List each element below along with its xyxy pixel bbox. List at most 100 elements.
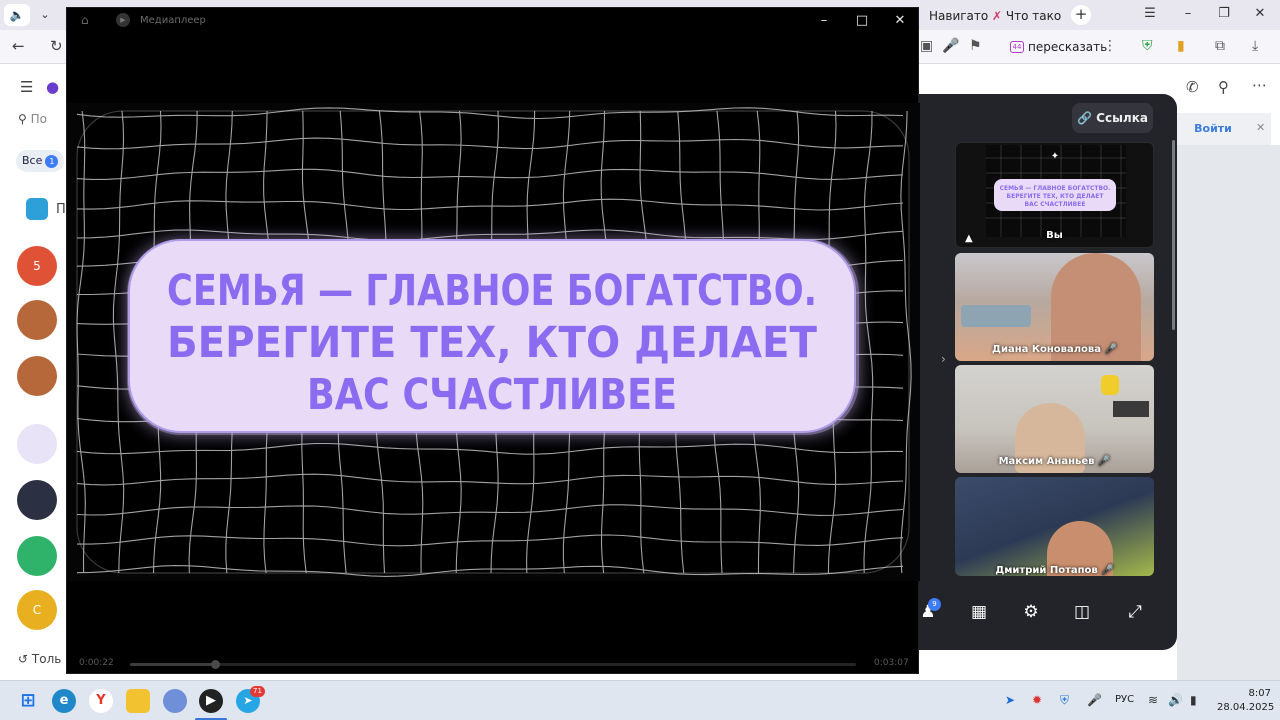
retell-label: пересказать bbox=[1028, 40, 1108, 54]
grid-layout-icon[interactable]: ▦ bbox=[967, 600, 991, 624]
home-icon[interactable]: ⌂ bbox=[81, 13, 89, 27]
scrollbar[interactable] bbox=[1172, 140, 1175, 330]
folder-icon[interactable] bbox=[26, 198, 48, 220]
history-icon: ↺ bbox=[18, 652, 29, 666]
video-background-object bbox=[961, 305, 1031, 327]
app-logo-icon: ● bbox=[46, 78, 60, 96]
file-explorer-icon[interactable] bbox=[126, 689, 150, 713]
new-tab-button[interactable]: + bbox=[1071, 5, 1091, 25]
player-app-icon: ▶ bbox=[116, 13, 130, 27]
shield-icon[interactable]: ⛨ bbox=[1142, 38, 1153, 54]
video-frame[interactable]: СЕМЬЯ — ГЛАВНОЕ БОГАТСТВО. БЕРЕГИТЕ ТЕХ,… bbox=[67, 103, 920, 581]
chat-avatar[interactable]: С bbox=[17, 590, 57, 630]
input-language[interactable]: РУС bbox=[1115, 694, 1134, 705]
clock-date: 28.04.2025 bbox=[1217, 702, 1275, 713]
slide-text-line: СЕМЬЯ — ГЛАВНОЕ БОГАТСТВО. bbox=[167, 266, 817, 316]
seek-bar[interactable] bbox=[130, 660, 856, 669]
edge-browser-icon[interactable]: e bbox=[52, 689, 76, 713]
chat-avatar[interactable] bbox=[17, 356, 57, 396]
current-time: 0:00:22 bbox=[79, 658, 114, 668]
chat-avatar[interactable] bbox=[17, 300, 57, 340]
search-field[interactable]: ⚲ По bbox=[18, 112, 47, 126]
participant-tile-self[interactable]: СЕМЬЯ — ГЛАВНОЕ БОГАТСТВО. БЕРЕГИТЕ ТЕХ,… bbox=[955, 142, 1154, 248]
tray-app-icon[interactable]: ✹ bbox=[1032, 693, 1042, 707]
close-icon[interactable]: ✕ bbox=[1256, 121, 1265, 134]
thumb-slide-line: СЕМЬЯ — ГЛАВНОЕ БОГАТСТВО. bbox=[1000, 185, 1111, 192]
minimize-icon[interactable]: – bbox=[1176, 6, 1200, 21]
battery-icon[interactable]: ▮ bbox=[1190, 693, 1197, 707]
back-arrow-icon[interactable]: ← bbox=[12, 37, 25, 55]
more-options-icon[interactable]: ⋮ bbox=[1103, 38, 1117, 54]
battery-saver-icon[interactable]: ▮ bbox=[1177, 38, 1185, 54]
participant-tile[interactable]: Максим Ананьев 🎤 bbox=[955, 365, 1154, 473]
fullscreen-icon[interactable]: ⤢ bbox=[1123, 600, 1147, 624]
tab-navigator[interactable]: Навигато bbox=[929, 5, 988, 27]
hamburger-menu-icon[interactable]: ☰ bbox=[20, 78, 33, 96]
more-options-icon[interactable]: ⋯ bbox=[1252, 76, 1267, 94]
download-icon[interactable]: ⤓ bbox=[1252, 38, 1258, 54]
camera-icon[interactable]: ▣ bbox=[920, 38, 933, 54]
collections-icon[interactable]: ⧉ bbox=[1215, 38, 1225, 54]
reload-icon[interactable]: ↻ bbox=[50, 37, 63, 55]
chat-avatar[interactable] bbox=[17, 424, 57, 464]
name-text: Диана Коновалова bbox=[992, 344, 1102, 355]
player-title-bar: ⌂ ▶ Медиаплеер – □ ✕ bbox=[67, 8, 920, 34]
slide-graphic: СЕМЬЯ — ГЛАВНОЕ БОГАТСТВО. БЕРЕГИТЕ ТЕХ,… bbox=[67, 103, 920, 581]
link-button-label: Ссылка bbox=[1096, 111, 1148, 125]
participant-name: Вы bbox=[1046, 230, 1063, 241]
close-icon[interactable]: ✕ bbox=[1248, 6, 1272, 21]
wifi-icon[interactable]: ≋ bbox=[1148, 693, 1158, 707]
link-icon: 🔗 bbox=[1077, 111, 1092, 125]
thumb-slide-line: ВАС СЧАСТЛИВЕЕ bbox=[1025, 201, 1086, 208]
player-title: Медиаплеер bbox=[140, 15, 206, 26]
seek-bar-thumb[interactable] bbox=[210, 660, 220, 669]
participant-tile[interactable]: Диана Коновалова 🎤 bbox=[955, 253, 1154, 361]
media-player-taskbar-icon[interactable]: ▶ bbox=[199, 689, 223, 713]
name-text: Дмитрий Потапов bbox=[995, 565, 1098, 576]
yandex-browser-icon[interactable]: Y bbox=[89, 689, 113, 713]
picture-in-picture-icon[interactable]: ◫ bbox=[1070, 600, 1094, 624]
login-button[interactable]: Войти bbox=[1188, 117, 1238, 141]
chat-avatar[interactable] bbox=[17, 480, 57, 520]
app-icon[interactable] bbox=[163, 689, 187, 713]
thumb-slide-line: БЕРЕГИТЕ ТЕХ, КТО ДЕЛАЕТ bbox=[1007, 193, 1105, 200]
chat-avatar[interactable]: 5 bbox=[17, 246, 57, 286]
restore-icon[interactable]: ❐ bbox=[1212, 6, 1236, 21]
maximize-icon[interactable]: □ bbox=[851, 13, 873, 28]
clock[interactable]: 8:07 28.04.2025 bbox=[1217, 687, 1275, 715]
browser-menu-icon[interactable]: ☰ bbox=[1138, 6, 1162, 21]
taskbar: ⊞ e Y ▶ ➤ 71 ➤ ✹ ⛨ 🎤 РУС ≋ 🔊 ▮ 8:07 28.0… bbox=[0, 680, 1280, 720]
settings-gear-icon[interactable]: ⚙ bbox=[1019, 600, 1043, 624]
close-icon[interactable]: ✕ bbox=[889, 13, 911, 28]
participant-name: Дмитрий Потапов 🎤 bbox=[955, 565, 1154, 576]
minimize-icon[interactable]: – bbox=[813, 13, 835, 28]
participant-name: Максим Ананьев 🎤 bbox=[955, 456, 1154, 467]
telegram-tray-icon[interactable]: ➤ bbox=[1005, 693, 1015, 707]
chevron-right-icon[interactable]: › bbox=[941, 352, 946, 366]
tabs-dropdown-icon[interactable]: ⌄ bbox=[34, 4, 56, 26]
microphone-icon[interactable]: 🎤 bbox=[942, 38, 959, 54]
footer-label: Толь bbox=[31, 652, 62, 666]
footer-item[interactable]: ↺ Толь bbox=[18, 652, 61, 666]
slide-text-line: ВАС СЧАСТЛИВЕЕ bbox=[307, 370, 677, 420]
phone-icon[interactable]: ✆ bbox=[1186, 78, 1199, 96]
security-tray-icon[interactable]: ⛨ bbox=[1060, 693, 1069, 708]
total-time: 0:03:07 bbox=[874, 658, 909, 668]
search-icon[interactable]: ⚲ bbox=[1218, 78, 1229, 96]
link-button[interactable]: 🔗 Ссылка bbox=[1072, 103, 1153, 133]
microphone-tray-icon[interactable]: 🎤 bbox=[1087, 693, 1102, 707]
participant-tile[interactable]: Дмитрий Потапов 🎤 bbox=[955, 477, 1154, 576]
mic-muted-icon: 🎤 bbox=[1097, 456, 1111, 467]
start-windows-icon[interactable]: ⊞ bbox=[16, 689, 40, 713]
media-player-window: ⌂ ▶ Медиаплеер – □ ✕ СЕМЬЯ — ГЛАВНОЕ БОГ… bbox=[66, 7, 920, 674]
audio-playing-icon[interactable]: 🔈 bbox=[4, 4, 30, 26]
retell-button[interactable]: 44 пересказать bbox=[1004, 36, 1113, 58]
avatar-initial: 5 bbox=[33, 259, 41, 273]
bookmark-icon[interactable]: ⚑ bbox=[969, 38, 982, 54]
video-background-object bbox=[1101, 375, 1119, 395]
filter-all-chip[interactable]: Все 1 bbox=[16, 150, 65, 172]
pin-icon[interactable]: ✦ bbox=[1051, 151, 1059, 162]
chat-avatar[interactable] bbox=[17, 536, 57, 576]
volume-icon[interactable]: 🔊 bbox=[1168, 693, 1183, 707]
tab-chto-tako[interactable]: ✗ Что тако bbox=[992, 5, 1061, 27]
